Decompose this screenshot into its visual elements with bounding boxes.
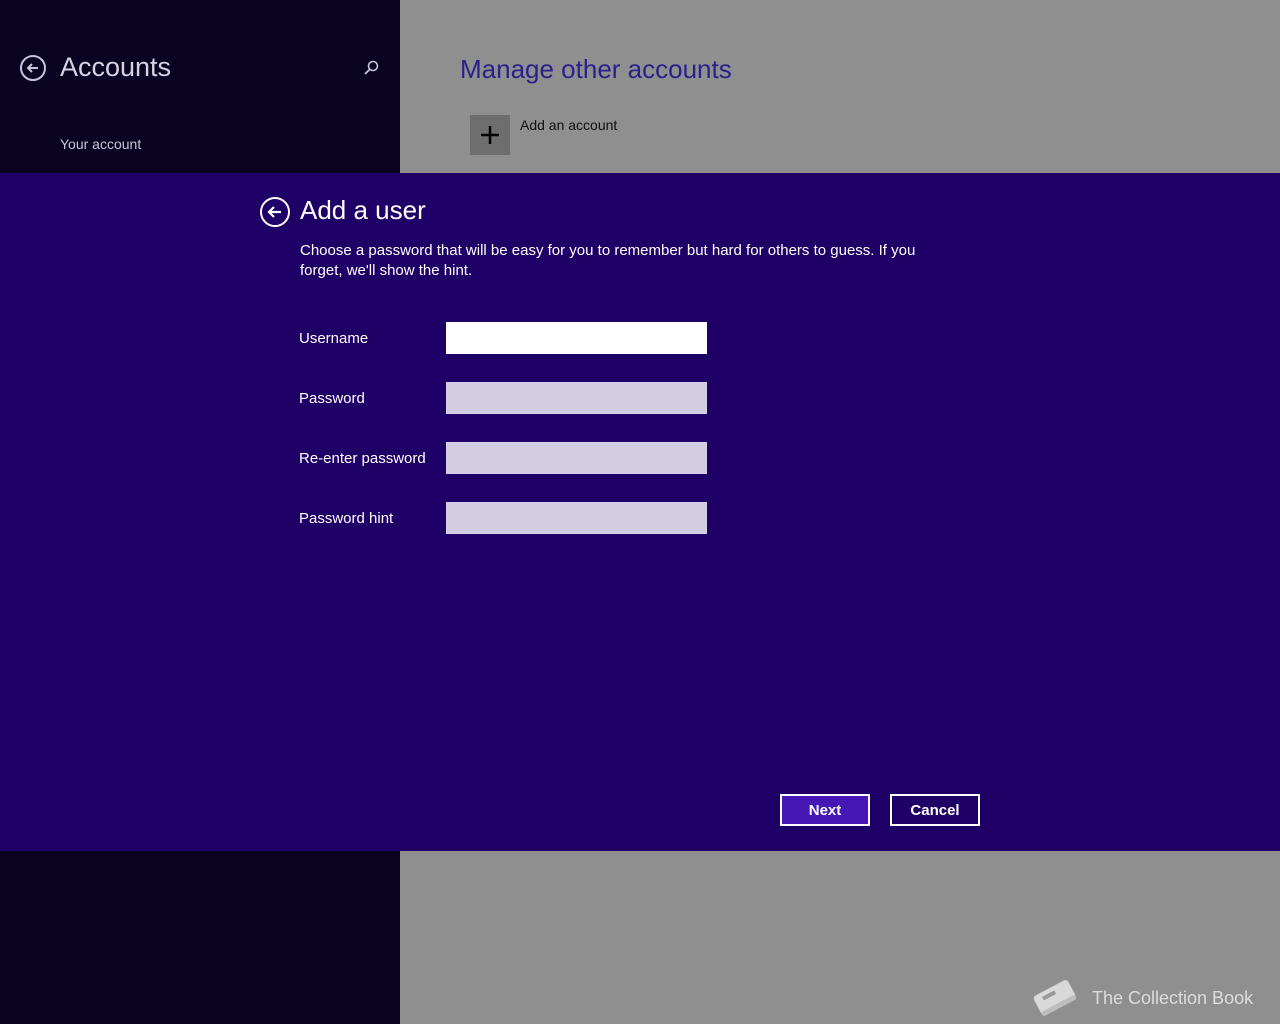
username-input[interactable] [446, 322, 707, 354]
password-hint-input[interactable] [446, 502, 707, 534]
dialog-description: Choose a password that will be easy for … [300, 242, 916, 279]
add-account-button[interactable] [470, 115, 510, 155]
book-icon [1033, 979, 1077, 1016]
username-label: Username [299, 330, 369, 347]
password-input[interactable] [446, 382, 707, 414]
reenter-password-input[interactable] [446, 442, 707, 474]
add-user-dialog: Add a user Choose a password that will b… [0, 173, 1280, 851]
dialog-title: Add a user [300, 195, 426, 225]
password-hint-label: Password hint [299, 510, 394, 527]
sidebar-item-your-account[interactable]: Your account [60, 136, 141, 152]
reenter-password-label: Re-enter password [299, 450, 426, 467]
sidebar-title: Accounts [60, 52, 172, 82]
dialog-back-button[interactable] [260, 197, 290, 227]
add-account-label[interactable]: Add an account [520, 117, 617, 133]
search-button[interactable] [360, 58, 382, 80]
search-icon [364, 60, 379, 75]
watermark-text: The Collection Book [1092, 987, 1254, 1008]
plus-icon [481, 126, 499, 144]
cancel-button[interactable]: Cancel [890, 794, 980, 826]
password-label: Password [299, 390, 365, 407]
back-button[interactable] [20, 55, 46, 81]
next-button[interactable]: Next [780, 794, 870, 826]
watermark: The Collection Book [1028, 975, 1253, 1021]
back-arrow-icon [26, 63, 38, 73]
page-title: Manage other accounts [460, 54, 732, 84]
back-arrow-icon [267, 206, 281, 218]
